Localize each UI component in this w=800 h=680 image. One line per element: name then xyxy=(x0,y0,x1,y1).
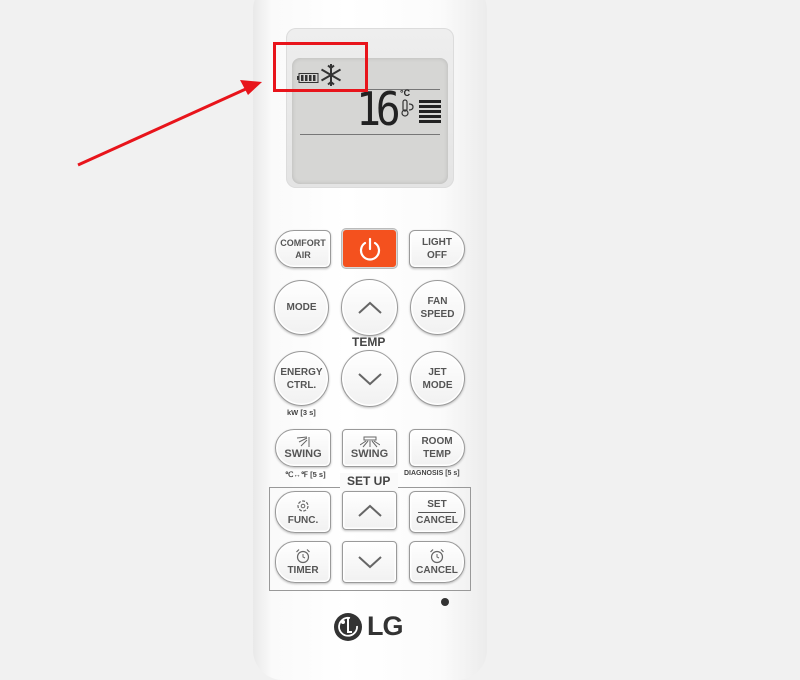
brand-name: LG xyxy=(367,611,403,641)
timer-cancel-button[interactable]: CANCEL xyxy=(409,541,465,583)
vertical-swing-icon xyxy=(296,436,310,447)
temp-down-button[interactable] xyxy=(341,350,398,407)
energy-ctrl-label: ENERGY xyxy=(280,366,323,378)
alarm-clock-icon xyxy=(430,548,444,563)
temp-up-button[interactable] xyxy=(341,279,398,336)
room-temp-label: ROOM xyxy=(421,436,453,447)
func-button[interactable]: FUNC. xyxy=(275,491,331,533)
fan-speed-bars-icon xyxy=(419,100,441,125)
light-off-label: OFF xyxy=(427,250,447,261)
gear-icon xyxy=(297,499,309,512)
chevron-up-icon xyxy=(357,301,382,314)
energy-ctrl-button[interactable]: ENERGY CTRL. xyxy=(274,351,329,406)
temperature-readout: 16 xyxy=(356,82,401,136)
mode-button[interactable]: MODE xyxy=(274,280,329,335)
jet-mode-button[interactable]: JET MODE xyxy=(410,351,465,406)
fan-speed-label: SPEED xyxy=(420,308,455,320)
power-icon xyxy=(359,237,380,261)
indicator-dot xyxy=(441,598,449,606)
setup-up-button[interactable] xyxy=(342,491,397,530)
highlight-box xyxy=(273,42,368,92)
timer-cancel-label: CANCEL xyxy=(416,564,458,576)
comfort-air-label: COMFORT xyxy=(280,238,326,248)
lg-logo: LG xyxy=(333,611,403,642)
thermometer-icon xyxy=(401,99,414,117)
power-button[interactable] xyxy=(342,229,397,268)
jet-mode-label: MODE xyxy=(422,379,453,391)
vertical-swing-label: SWING xyxy=(284,447,322,460)
cancel-label: CANCEL xyxy=(416,514,458,526)
setup-label: SET UP xyxy=(347,474,391,488)
chevron-down-icon xyxy=(357,556,382,569)
horizontal-swing-icon xyxy=(359,436,380,447)
func-label: FUNC. xyxy=(287,514,319,526)
comfort-air-label: AIR xyxy=(295,250,311,260)
setup-down-button[interactable] xyxy=(342,541,397,583)
horizontal-swing-button[interactable]: SWING xyxy=(342,429,397,467)
jet-mode-label: JET xyxy=(428,366,447,378)
timer-button[interactable]: TIMER xyxy=(275,541,331,583)
lcd-divider xyxy=(300,134,440,135)
chevron-up-icon xyxy=(357,504,382,517)
set-label: SET xyxy=(427,498,447,510)
vertical-swing-sub-label: ℃↔℉ [5 s] xyxy=(285,470,326,479)
fan-speed-label: FAN xyxy=(427,295,448,307)
lg-face-logo-icon xyxy=(334,612,362,641)
energy-ctrl-sub-label: kW [3 s] xyxy=(287,408,316,417)
chevron-down-icon xyxy=(357,372,382,385)
fan-speed-button[interactable]: FAN SPEED xyxy=(410,280,465,335)
room-temp-label: TEMP xyxy=(423,449,451,460)
light-off-button[interactable]: LIGHT OFF xyxy=(409,230,465,268)
set-cancel-button[interactable]: SET CANCEL xyxy=(409,491,465,533)
room-temp-button[interactable]: ROOM TEMP xyxy=(409,429,465,467)
temperature-unit: °C xyxy=(400,88,411,98)
light-off-label: LIGHT xyxy=(422,237,452,248)
comfort-air-button[interactable]: COMFORT AIR xyxy=(275,230,331,268)
room-temp-sub-label: DIAGNOSIS [5 s] xyxy=(404,470,460,477)
temp-label: TEMP xyxy=(352,335,386,349)
energy-ctrl-label: CTRL. xyxy=(286,379,317,391)
horizontal-swing-label: SWING xyxy=(350,447,389,460)
vertical-swing-button[interactable]: SWING xyxy=(275,429,331,467)
alarm-clock-icon xyxy=(296,548,310,563)
mode-label: MODE xyxy=(286,302,317,313)
divider xyxy=(418,511,456,513)
timer-label: TIMER xyxy=(287,564,319,576)
